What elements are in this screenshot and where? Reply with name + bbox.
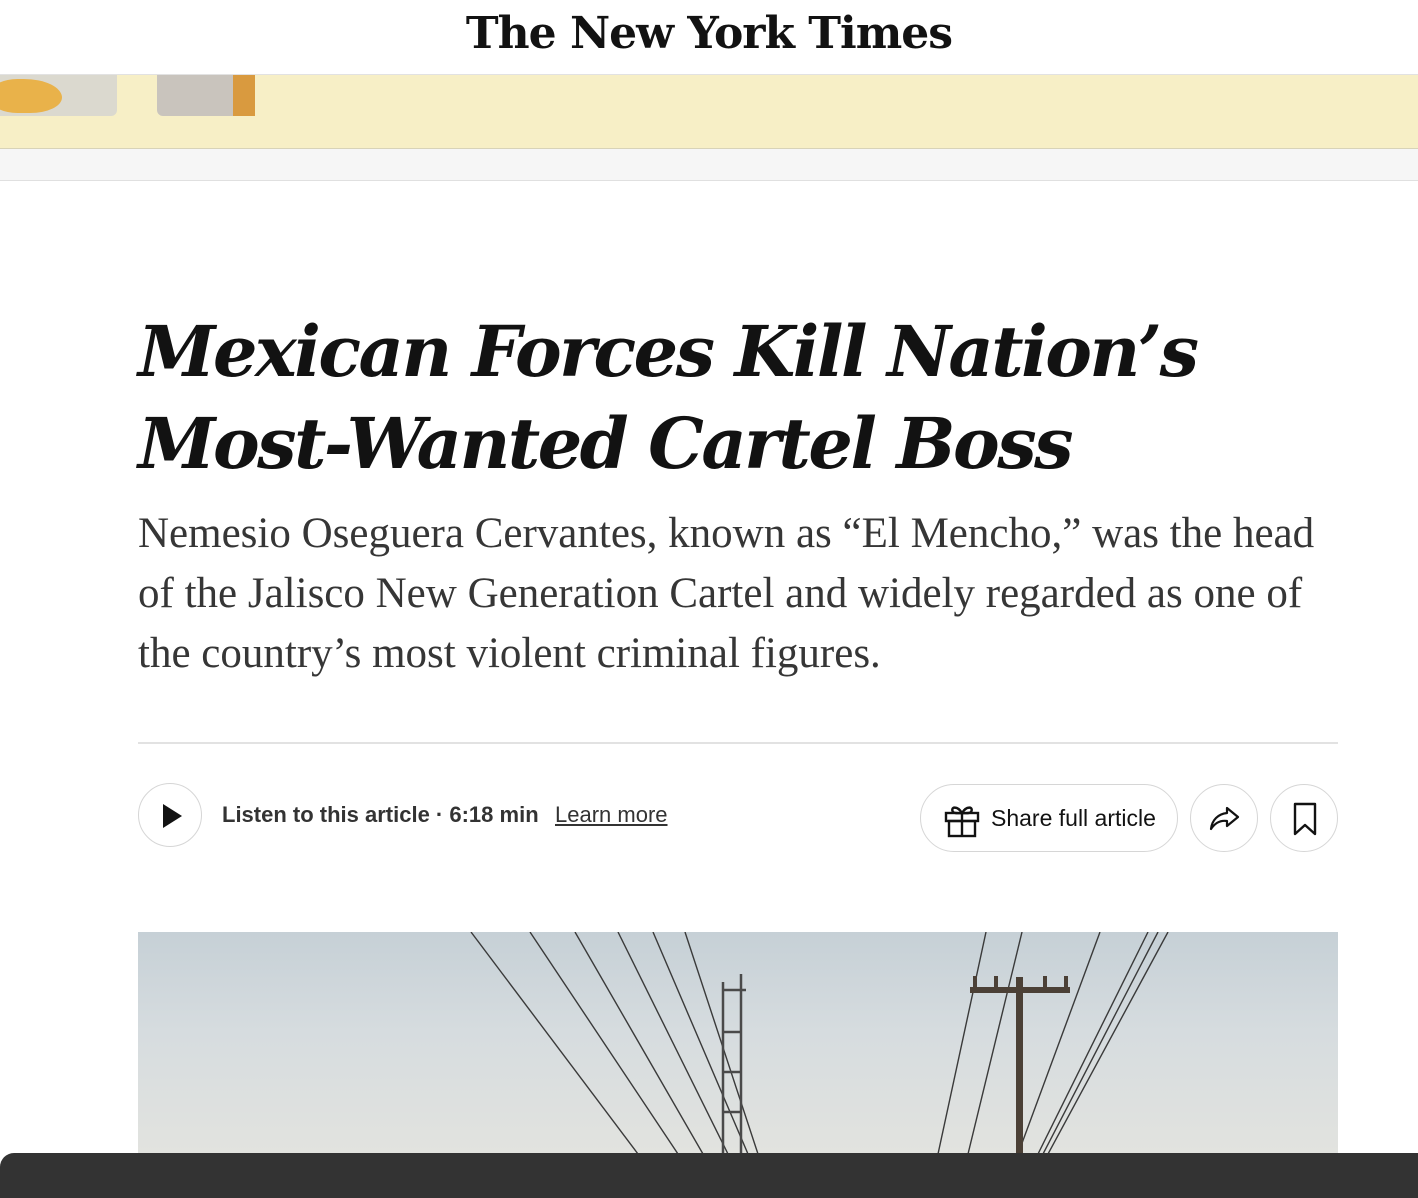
share-full-article-button[interactable]: Share full article	[920, 784, 1178, 852]
divider	[138, 742, 1338, 744]
header-spacer	[0, 149, 1418, 181]
ad-banner[interactable]	[0, 75, 1418, 149]
share-arrow-icon	[1209, 806, 1240, 831]
share-full-article-label: Share full article	[991, 805, 1156, 831]
ad-image-2[interactable]	[157, 75, 255, 116]
power-lines-illustration	[470, 932, 1169, 1154]
learn-more-link[interactable]: Learn more	[555, 801, 668, 829]
play-icon	[163, 804, 182, 828]
article-headline: Mexican Forces Kill Nation’s Most-Wanted…	[138, 310, 1199, 485]
bottom-overlay-bar	[0, 1153, 1418, 1198]
masthead: The New York Times	[0, 0, 1418, 75]
article-summary: Nemesio Oseguera Cervantes, known as “El…	[138, 510, 1315, 677]
bookmark-icon	[1293, 802, 1317, 836]
gift-icon	[944, 806, 980, 838]
share-button[interactable]	[1190, 784, 1258, 852]
ad-image-1[interactable]	[0, 75, 117, 116]
nyt-logo[interactable]: The New York Times	[0, 6, 1418, 62]
lead-photo	[138, 932, 1338, 1154]
listen-play-button[interactable]	[138, 783, 202, 847]
save-bookmark-button[interactable]	[1270, 784, 1338, 852]
listen-label: Listen to this article · 6:18 min	[222, 802, 539, 827]
